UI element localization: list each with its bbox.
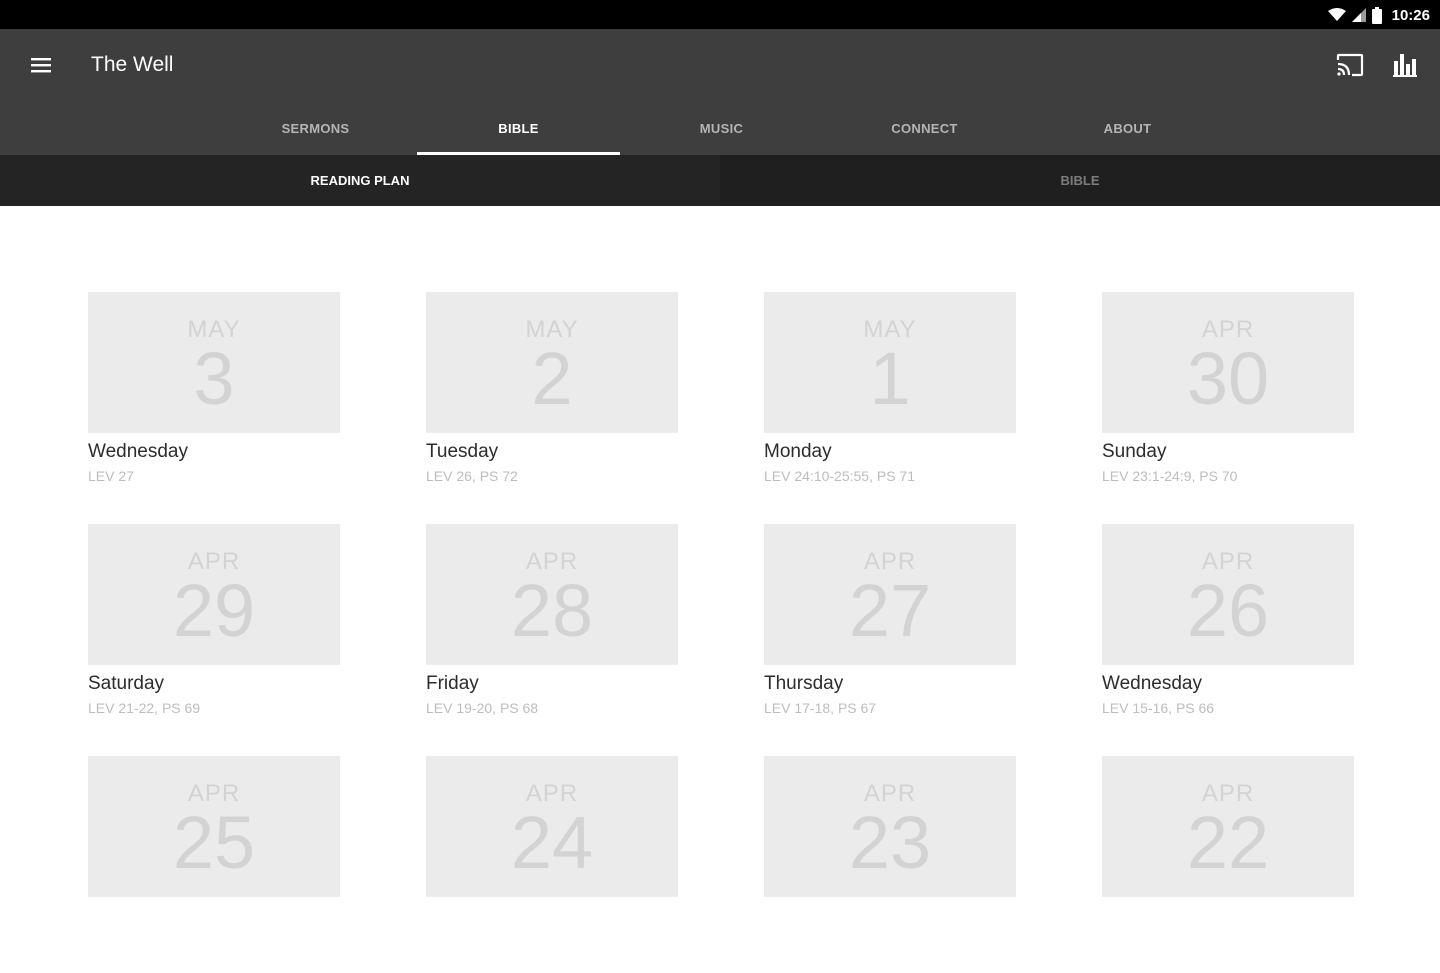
- date-tile: APR 26: [1102, 524, 1354, 665]
- reading-weekday: Tuesday: [426, 441, 499, 462]
- hamburger-menu-icon[interactable]: [29, 54, 53, 76]
- date-tile: APR 22: [1102, 756, 1354, 897]
- reading-weekday: Sunday: [1102, 441, 1167, 462]
- bar-chart-icon[interactable]: [1392, 51, 1418, 77]
- tab-sermons[interactable]: SERMONS: [214, 101, 417, 155]
- reading-weekday: Thursday: [764, 673, 844, 694]
- reading-card[interactable]: APR 22: [1102, 756, 1354, 973]
- reading-weekday: Friday: [426, 673, 479, 694]
- date-day: 24: [510, 801, 594, 884]
- date-tile: APR 24: [426, 756, 678, 897]
- date-day: 3: [193, 337, 235, 420]
- reading-weekday: Wednesday: [88, 441, 188, 462]
- date-day: 23: [848, 801, 932, 884]
- reading-passage: LEV 24:10-25:55, PS 71: [764, 468, 915, 484]
- reading-passage: LEV 19-20, PS 68: [426, 700, 539, 716]
- wifi-icon: [1327, 8, 1346, 21]
- tab-about[interactable]: ABOUT: [1026, 101, 1229, 155]
- date-tile: MAY 1: [764, 292, 1016, 433]
- reading-card[interactable]: MAY 3 Wednesday LEV 27: [88, 292, 340, 509]
- subtab-reading-plan[interactable]: READING PLAN: [0, 155, 720, 206]
- date-day: 29: [172, 569, 256, 652]
- sub-tabs: READING PLAN BIBLE: [0, 155, 1440, 206]
- date-day: 1: [869, 337, 911, 420]
- main-tabs: SERMONS BIBLE MUSIC CONNECT ABOUT: [214, 101, 1229, 155]
- reading-card[interactable]: APR 29 Saturday LEV 21-22, PS 69: [88, 524, 340, 741]
- date-day: 2: [531, 337, 573, 420]
- date-day: 30: [1186, 337, 1270, 420]
- date-tile: APR 29: [88, 524, 340, 665]
- date-day: 26: [1186, 569, 1270, 652]
- reading-card[interactable]: APR 23: [764, 756, 1016, 973]
- reading-card[interactable]: APR 26 Wednesday LEV 15-16, PS 66: [1102, 524, 1354, 741]
- date-tile: APR 28: [426, 524, 678, 665]
- reading-passage: LEV 17-18, PS 67: [764, 700, 877, 716]
- status-bar: 10:26: [0, 0, 1440, 29]
- reading-card[interactable]: APR 27 Thursday LEV 17-18, PS 67: [764, 524, 1016, 741]
- reading-card[interactable]: APR 28 Friday LEV 19-20, PS 68: [426, 524, 678, 741]
- tab-music[interactable]: MUSIC: [620, 101, 823, 155]
- tab-connect[interactable]: CONNECT: [823, 101, 1026, 155]
- reading-card[interactable]: MAY 2 Tuesday LEV 26, PS 72: [426, 292, 678, 509]
- reading-passage: LEV 26, PS 72: [426, 468, 518, 484]
- app-title: The Well: [91, 53, 174, 76]
- reading-card[interactable]: APR 25: [88, 756, 340, 973]
- reading-weekday: Wednesday: [1102, 673, 1202, 694]
- date-tile: APR 23: [764, 756, 1016, 897]
- reading-passage: LEV 21-22, PS 69: [88, 700, 201, 716]
- reading-passage: LEV 15-16, PS 66: [1102, 700, 1215, 716]
- date-day: 25: [172, 801, 256, 884]
- date-tile: APR 27: [764, 524, 1016, 665]
- reading-passage: LEV 27: [88, 468, 134, 484]
- reading-plan-grid: MAY 3 Wednesday LEV 27 MAY 2 Tuesday LEV…: [88, 292, 1354, 973]
- reading-card[interactable]: MAY 1 Monday LEV 24:10-25:55, PS 71: [764, 292, 1016, 509]
- app-bar: The Well SERMONS BIBLE MUSIC CONNECT ABO…: [0, 29, 1440, 155]
- date-tile: APR 25: [88, 756, 340, 897]
- date-day: 27: [848, 569, 932, 652]
- date-day: 28: [510, 569, 594, 652]
- tab-bible[interactable]: BIBLE: [417, 101, 620, 155]
- date-day: 22: [1186, 801, 1270, 884]
- status-time: 10:26: [1391, 6, 1430, 24]
- battery-icon: [1371, 6, 1382, 24]
- cast-icon[interactable]: [1336, 53, 1364, 77]
- reading-card[interactable]: APR 30 Sunday LEV 23:1-24:9, PS 70: [1102, 292, 1354, 509]
- subtab-bible[interactable]: BIBLE: [720, 155, 1440, 206]
- date-tile: MAY 2: [426, 292, 678, 433]
- reading-card[interactable]: APR 24: [426, 756, 678, 973]
- date-tile: MAY 3: [88, 292, 340, 433]
- signal-icon: [1351, 8, 1366, 22]
- reading-weekday: Saturday: [88, 673, 165, 694]
- reading-weekday: Monday: [764, 441, 832, 462]
- status-icons: 10:26: [1327, 5, 1430, 25]
- date-tile: APR 30: [1102, 292, 1354, 433]
- reading-passage: LEV 23:1-24:9, PS 70: [1102, 468, 1238, 484]
